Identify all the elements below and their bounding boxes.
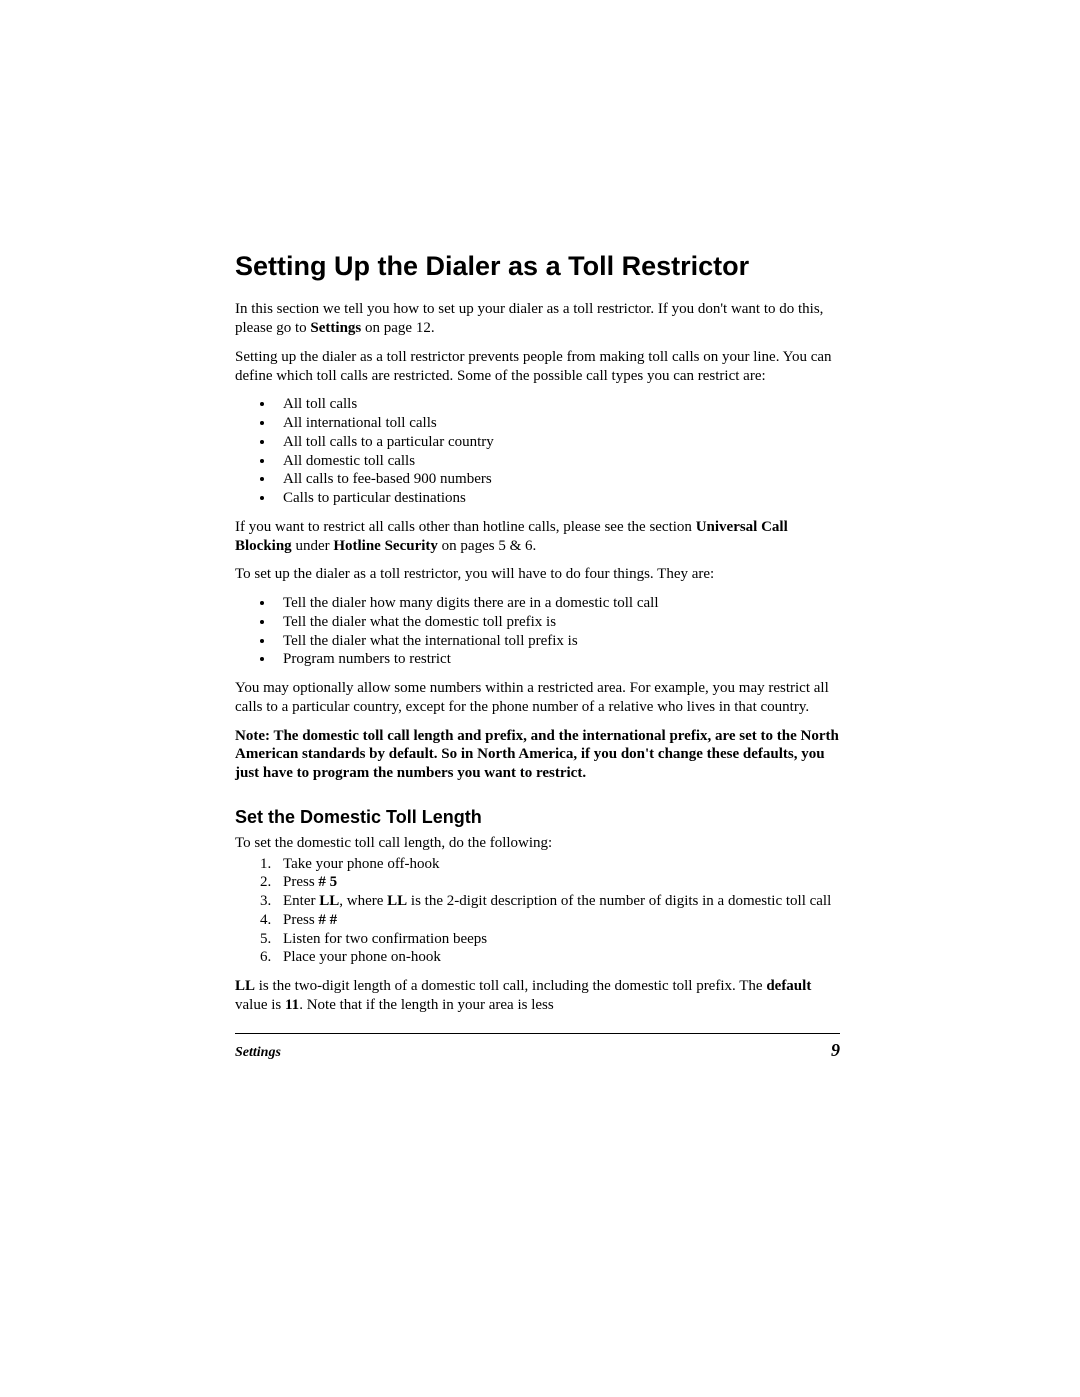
key-sequence: # # xyxy=(318,912,337,928)
key-sequence: # 5 xyxy=(318,874,337,890)
setup-intro-paragraph: To set up the dialer as a toll restricto… xyxy=(235,565,840,584)
list-item: Take your phone off-hook xyxy=(275,855,840,874)
steps-intro: To set the domestic toll call length, do… xyxy=(235,834,840,853)
text: on pages 5 & 6. xyxy=(438,538,536,554)
text: is the two-digit length of a domestic to… xyxy=(255,978,766,994)
list-item: Calls to particular destinations xyxy=(275,489,840,508)
list-item: Program numbers to restrict xyxy=(275,650,840,669)
list-item: Tell the dialer how many digits there ar… xyxy=(275,594,840,613)
text: under xyxy=(292,538,334,554)
intro-paragraph-1: In this section we tell you how to set u… xyxy=(235,300,840,338)
text: , where xyxy=(339,893,387,909)
setup-steps-list: Tell the dialer how many digits there ar… xyxy=(235,594,840,669)
intro-paragraph-2: Setting up the dialer as a toll restrict… xyxy=(235,348,840,386)
list-item: Press # 5 xyxy=(275,873,840,892)
list-item: All calls to fee-based 900 numbers xyxy=(275,470,840,489)
hotline-security-ref: Hotline Security xyxy=(333,538,438,554)
variable-ll: LL xyxy=(319,893,339,909)
list-item: Press # # xyxy=(275,911,840,930)
variable-ll: LL xyxy=(235,978,255,994)
closing-paragraph: LL is the two-digit length of a domestic… xyxy=(235,977,840,1015)
list-item: All international toll calls xyxy=(275,414,840,433)
list-item: Listen for two confirmation beeps xyxy=(275,930,840,949)
text: on page 12. xyxy=(361,320,434,336)
list-item: All domestic toll calls xyxy=(275,452,840,471)
list-item: All toll calls xyxy=(275,395,840,414)
footer-page-number: 9 xyxy=(831,1040,840,1061)
default-value: 11 xyxy=(285,997,299,1013)
list-item: All toll calls to a particular country xyxy=(275,433,840,452)
text: Enter xyxy=(283,893,319,909)
list-item: Tell the dialer what the international t… xyxy=(275,632,840,651)
list-item: Tell the dialer what the domestic toll p… xyxy=(275,613,840,632)
footer-section-name: Settings xyxy=(235,1045,281,1061)
page-title: Setting Up the Dialer as a Toll Restrict… xyxy=(235,250,840,282)
document-page: Setting Up the Dialer as a Toll Restrict… xyxy=(0,0,1080,1397)
section-heading-domestic-toll-length: Set the Domestic Toll Length xyxy=(235,807,840,828)
text: Press xyxy=(283,912,318,928)
optional-allow-paragraph: You may optionally allow some numbers wi… xyxy=(235,679,840,717)
text: Press xyxy=(283,874,318,890)
list-item: Place your phone on-hook xyxy=(275,948,840,967)
text: If you want to restrict all calls other … xyxy=(235,519,696,535)
list-item: Enter LL, where LL is the 2-digit descri… xyxy=(275,892,840,911)
steps-list: Take your phone off-hook Press # 5 Enter… xyxy=(235,855,840,968)
page-footer: Settings 9 xyxy=(235,1033,840,1061)
text: value is xyxy=(235,997,285,1013)
restrict-types-list: All toll calls All international toll ca… xyxy=(235,395,840,508)
text: . Note that if the length in your area i… xyxy=(299,997,554,1013)
note-paragraph: Note: The domestic toll call length and … xyxy=(235,727,840,783)
settings-ref: Settings xyxy=(310,320,361,336)
variable-ll: LL xyxy=(387,893,407,909)
text: is the 2-digit description of the number… xyxy=(407,893,831,909)
default-label: default xyxy=(766,978,811,994)
universal-call-blocking-paragraph: If you want to restrict all calls other … xyxy=(235,518,840,556)
